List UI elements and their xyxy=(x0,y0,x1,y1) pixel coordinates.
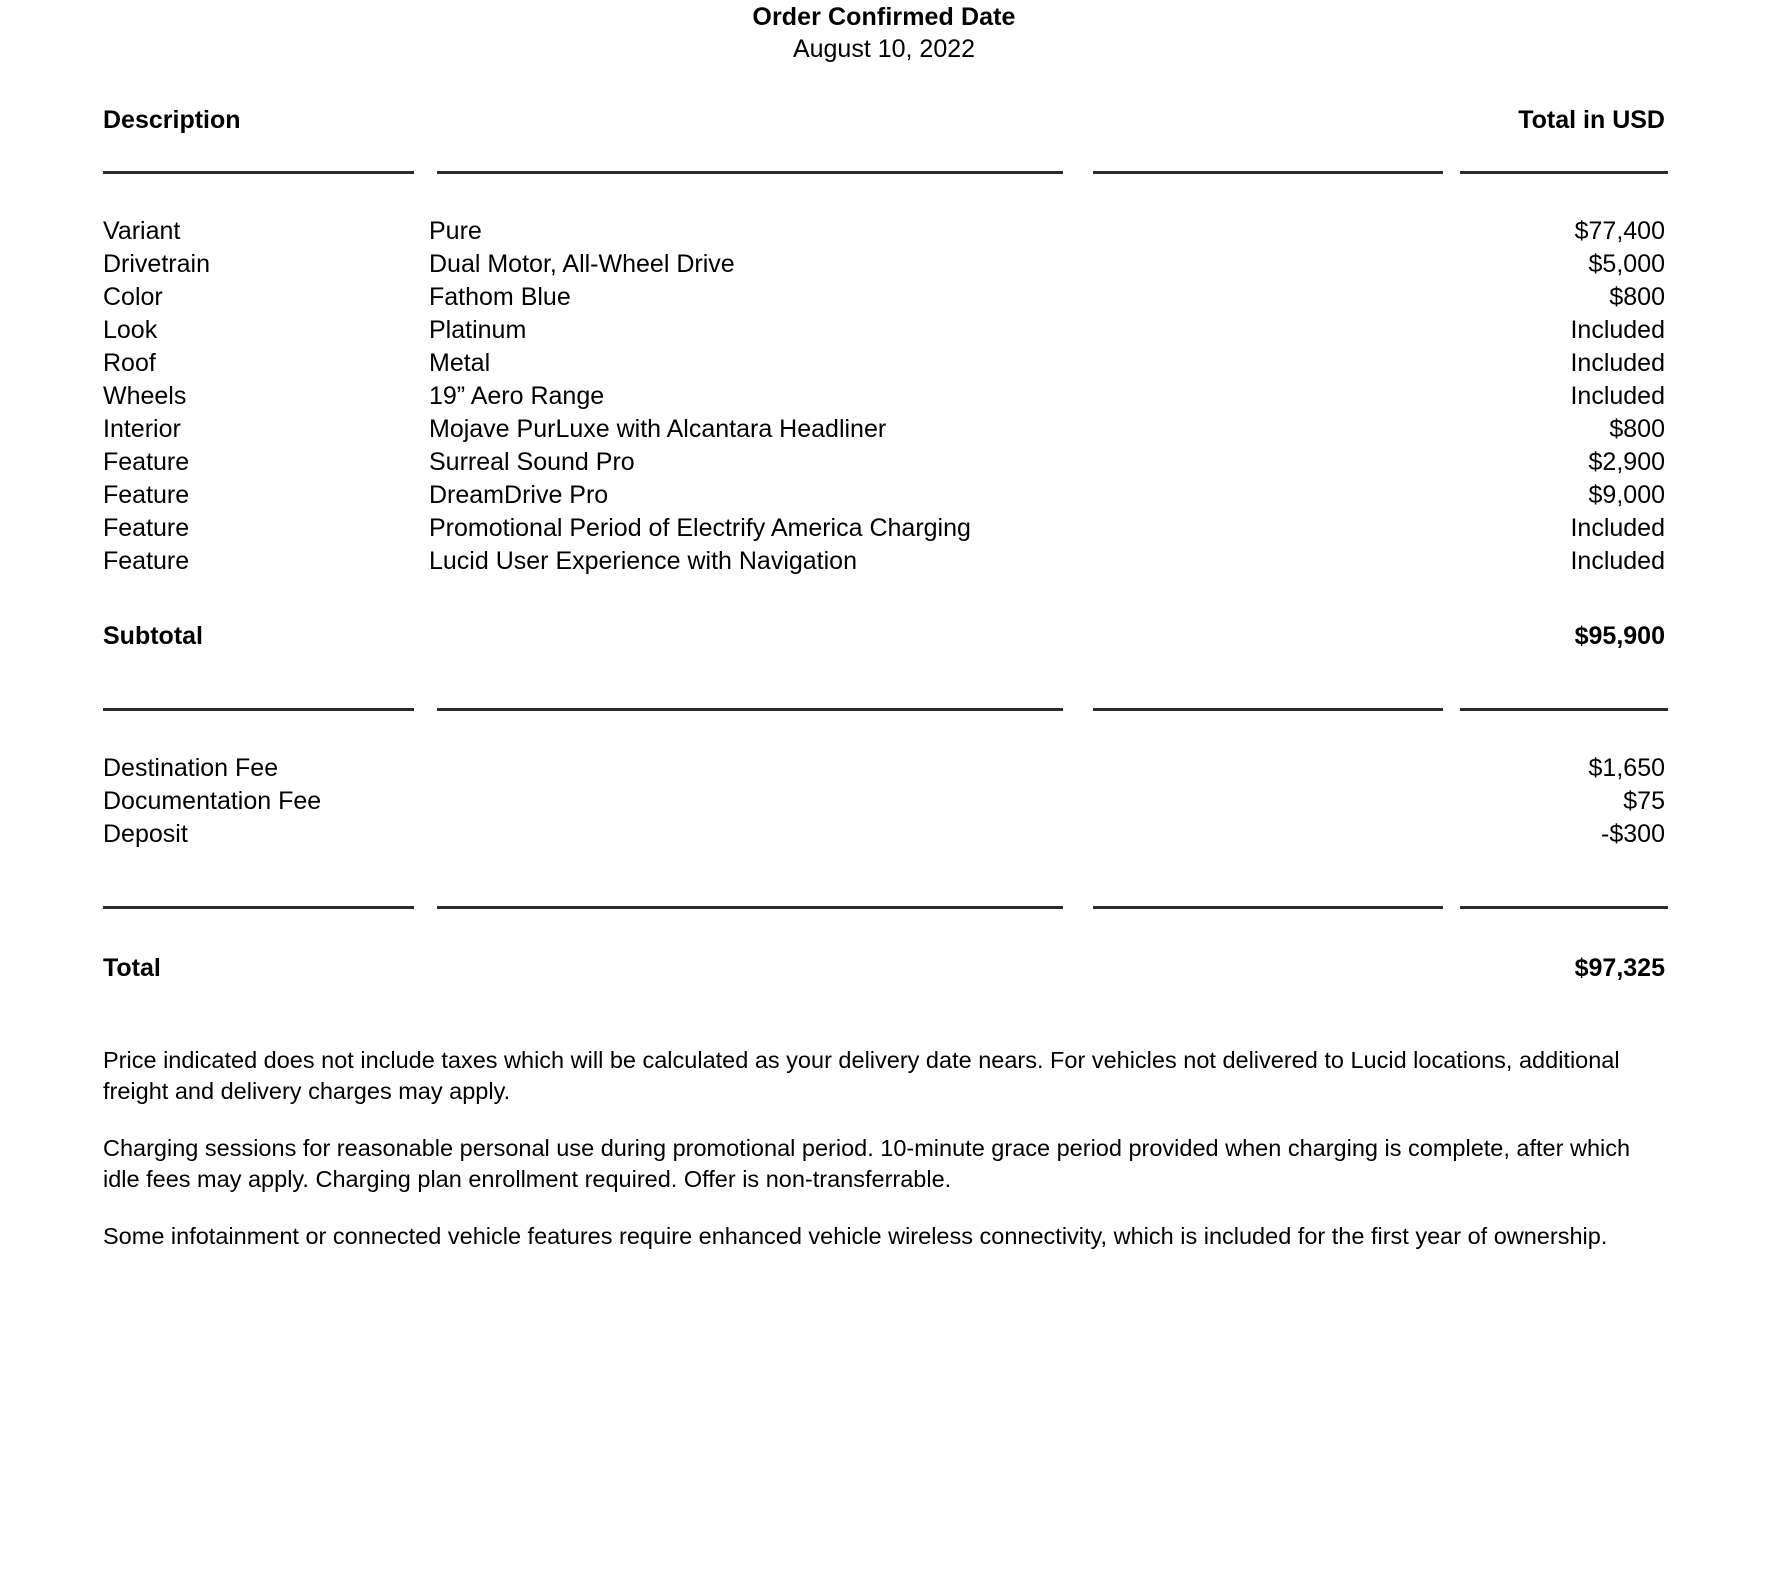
line-item-description: Metal xyxy=(429,349,491,377)
line-item-category: Feature xyxy=(103,547,190,575)
line-item-category: Feature xyxy=(103,514,190,542)
fee-label: Documentation Fee xyxy=(103,787,322,815)
table-row: Look Platinum Included xyxy=(103,314,1665,347)
line-item-description: Platinum xyxy=(429,316,527,344)
total-label: Total xyxy=(103,954,161,982)
line-item-category: Drivetrain xyxy=(103,250,210,278)
line-item-price: $2,900 xyxy=(1588,448,1665,476)
fees-section: Destination Fee $1,650 Documentation Fee $7… xyxy=(0,752,1768,851)
fee-row: Documentation Fee $75 xyxy=(0,785,1768,818)
table-row: Interior Mojave PurLuxe with Alcantara He… xyxy=(103,413,1665,446)
footnotes: Price indicated does not include taxes w… xyxy=(0,1045,1768,1252)
footnote-paragraph: Price indicated does not include taxes w… xyxy=(103,1047,1620,1104)
divider-segment xyxy=(1460,708,1668,711)
fee-value: $1,650 xyxy=(1588,754,1665,782)
line-item-description: Surreal Sound Pro xyxy=(429,448,635,476)
line-item-price: $800 xyxy=(1609,415,1665,443)
column-header-total: Total in USD xyxy=(1518,106,1665,134)
line-items-table: Variant Pure $77,400 Drivetrain Dual Motor, … xyxy=(0,215,1768,578)
line-item-price: Included xyxy=(1570,514,1665,542)
table-row: Drivetrain Dual Motor, All-Wheel Drive $5,… xyxy=(103,248,1665,281)
line-item-category: Wheels xyxy=(103,382,187,410)
total-value: $97,325 xyxy=(1574,954,1665,982)
line-item-price: Included xyxy=(1570,382,1665,410)
divider-total xyxy=(0,906,1768,909)
divider-segment xyxy=(103,171,414,174)
order-confirmed-date: August 10, 2022 xyxy=(792,35,976,63)
line-item-category: Variant xyxy=(103,217,181,245)
divider-segment xyxy=(1460,171,1668,174)
line-item-price: $9,000 xyxy=(1588,481,1665,509)
divider-subtotal xyxy=(0,708,1768,711)
fee-row: Destination Fee $1,650 xyxy=(0,752,1768,785)
subtotal-row: Subtotal $95,900 xyxy=(0,620,1768,653)
divider-segment xyxy=(103,906,414,909)
table-row: Feature Surreal Sound Pro $2,900 xyxy=(103,446,1665,479)
line-item-price: Included xyxy=(1570,316,1665,344)
line-item-price: $5,000 xyxy=(1588,250,1665,278)
divider-segment xyxy=(103,708,414,711)
line-item-description: Fathom Blue xyxy=(429,283,571,311)
line-item-category: Feature xyxy=(103,481,190,509)
footnote-paragraph: Some infotainment or connected vehicle f… xyxy=(103,1223,1608,1249)
divider-segment xyxy=(1093,708,1443,711)
order-summary-page: Order Confirmed Date August 10, 2022 Des… xyxy=(0,0,1768,1595)
fee-row: Deposit -$300 xyxy=(0,818,1768,851)
total-row: Total $97,325 xyxy=(0,952,1768,985)
line-item-description: Dual Motor, All-Wheel Drive xyxy=(429,250,735,278)
table-row: Feature Promotional Period of Electrify A… xyxy=(103,512,1665,545)
table-row: Feature Lucid User Experience with Naviga… xyxy=(103,545,1665,578)
line-item-description: Promotional Period of Electrify America … xyxy=(429,514,971,542)
line-item-description: DreamDrive Pro xyxy=(429,481,609,509)
divider-segment xyxy=(1093,171,1443,174)
subtotal-label: Subtotal xyxy=(103,622,203,650)
divider-segment xyxy=(1460,906,1668,909)
line-item-category: Feature xyxy=(103,448,190,476)
line-item-description: 19” Aero Range xyxy=(429,382,605,410)
line-item-description: Pure xyxy=(429,217,482,245)
line-item-price: $800 xyxy=(1609,283,1665,311)
table-row: Roof Metal Included xyxy=(103,347,1665,380)
line-item-category: Interior xyxy=(103,415,181,443)
line-item-category: Color xyxy=(103,283,163,311)
table-row: Feature DreamDrive Pro $9,000 xyxy=(103,479,1665,512)
document-header: Order Confirmed Date August 10, 2022 xyxy=(0,0,1768,66)
fee-label: Deposit xyxy=(103,820,188,848)
fee-value: -$300 xyxy=(1601,820,1665,848)
line-item-category: Roof xyxy=(103,349,156,377)
table-row: Wheels 19” Aero Range Included xyxy=(103,380,1665,413)
footnote-paragraph: Charging sessions for reasonable persona… xyxy=(103,1135,1631,1192)
table-row: Variant Pure $77,400 xyxy=(103,215,1665,248)
divider-header xyxy=(0,171,1768,174)
divider-segment xyxy=(1093,906,1443,909)
fee-value: $75 xyxy=(1623,787,1665,815)
line-item-price: $77,400 xyxy=(1574,217,1665,245)
subtotal-value: $95,900 xyxy=(1574,622,1665,650)
line-item-price: Included xyxy=(1570,547,1665,575)
divider-segment xyxy=(437,708,1063,711)
page-title: Order Confirmed Date xyxy=(752,3,1016,31)
table-row: Color Fathom Blue $800 xyxy=(103,281,1665,314)
column-header-description: Description xyxy=(103,106,241,134)
divider-segment xyxy=(437,171,1063,174)
line-item-description: Mojave PurLuxe with Alcantara Headliner xyxy=(429,415,887,443)
line-item-price: Included xyxy=(1570,349,1665,377)
divider-segment xyxy=(437,906,1063,909)
line-item-category: Look xyxy=(103,316,158,344)
line-item-description: Lucid User Experience with Navigation xyxy=(429,547,857,575)
table-column-headers: Description Total in USD xyxy=(0,106,1768,135)
fee-label: Destination Fee xyxy=(103,754,279,782)
